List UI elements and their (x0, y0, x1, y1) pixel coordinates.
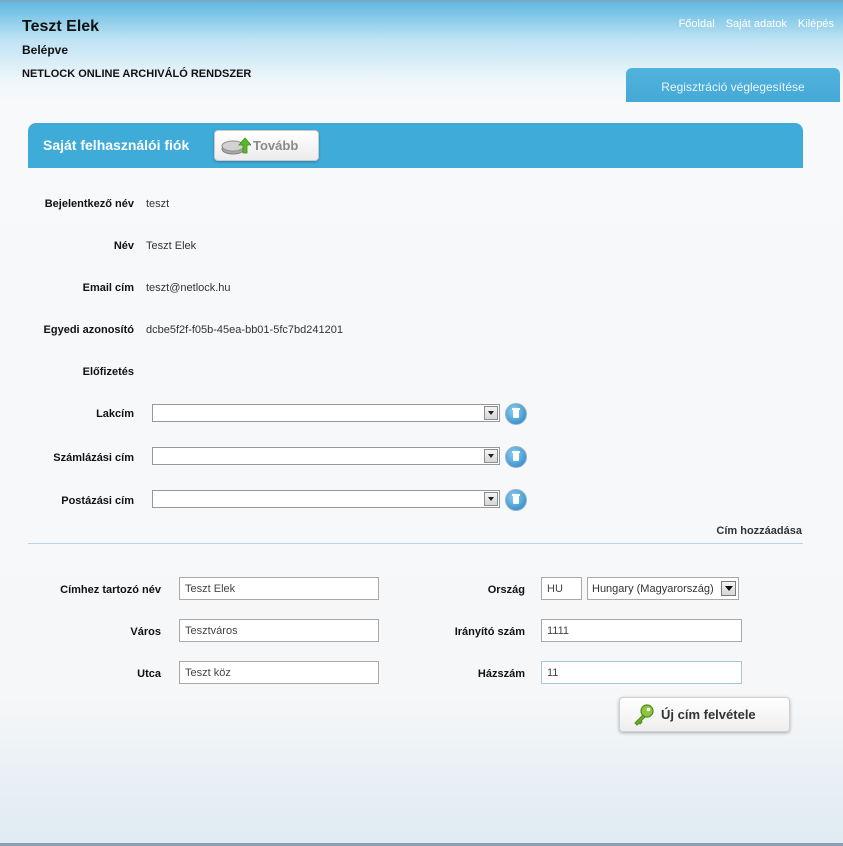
disk-upload-icon (221, 137, 252, 158)
user-name: Teszt Elek (22, 18, 100, 35)
contact-name-input[interactable] (179, 577, 379, 600)
home-address-select[interactable] (152, 404, 500, 422)
city-label: Város (130, 626, 161, 638)
nav-my-data-link[interactable]: Saját adatok (726, 18, 787, 30)
name-value: Teszt Elek (146, 240, 197, 252)
account-panel-header: Saját felhasználói fiók Tovább (28, 123, 803, 168)
street-input[interactable] (179, 661, 379, 684)
city-input[interactable] (179, 619, 379, 642)
divider (28, 543, 803, 544)
nav-home-link[interactable]: Főoldal (679, 18, 715, 30)
uid-label: Egyedi azonosító (43, 324, 134, 336)
panel-title: Saját felhasználói fiók (43, 137, 190, 153)
country-select[interactable]: Hungary (Magyarország) (587, 577, 739, 600)
name-label: Név (113, 240, 134, 252)
uid-value: dcbe5f2f-f05b-45ea-bb01-5fc7bd241201 (146, 324, 343, 336)
email-label: Email cím (82, 282, 134, 294)
house-number-label: Házszám (477, 668, 525, 680)
add-new-address-label: Új cím felvétele (661, 707, 756, 722)
tab-finalize-registration[interactable]: Regisztráció véglegesítése (626, 68, 840, 102)
delete-billing-address-icon[interactable] (505, 446, 527, 468)
postal-address-select[interactable] (152, 490, 500, 508)
chevron-down-icon (484, 449, 498, 463)
email-value: teszt@netlock.hu (146, 282, 231, 294)
chevron-down-icon (484, 492, 498, 506)
zip-label: Irányító szám (454, 626, 525, 638)
house-number-input[interactable] (541, 661, 742, 684)
billing-address-label: Számlázási cím (53, 452, 134, 464)
zip-input[interactable] (541, 619, 742, 642)
login-value: teszt (146, 198, 170, 210)
login-status: Belépve (22, 43, 69, 57)
nav-logout-link[interactable]: Kilépés (798, 18, 834, 30)
subscription-label: Előfizetés (82, 366, 134, 378)
chevron-down-icon (484, 406, 498, 420)
home-address-label: Lakcím (96, 408, 134, 420)
login-label: Bejelentkező név (44, 198, 134, 210)
add-address-link[interactable]: Cím hozzáadása (716, 525, 802, 537)
add-new-address-button[interactable]: Új cím felvétele (619, 697, 790, 732)
delete-postal-address-icon[interactable] (505, 489, 527, 511)
next-button[interactable]: Tovább (214, 130, 319, 161)
billing-address-select[interactable] (152, 447, 500, 465)
country-select-value: Hungary (Magyarország) (592, 583, 714, 595)
street-label: Utca (137, 668, 161, 680)
postal-address-label: Postázási cím (61, 495, 134, 507)
key-icon (632, 704, 656, 729)
system-name: NETLOCK ONLINE ARCHIVÁLÓ RENDSZER (22, 68, 252, 80)
delete-home-address-icon[interactable] (505, 403, 527, 425)
chevron-down-icon (721, 581, 736, 596)
country-label: Ország (487, 584, 525, 596)
contact-name-label: Címhez tartozó név (60, 584, 161, 596)
country-code-input[interactable] (541, 577, 582, 600)
next-button-label: Tovább (253, 138, 299, 153)
top-border (0, 0, 843, 2)
top-nav: Főoldal Saját adatok Kilépés (671, 18, 834, 30)
